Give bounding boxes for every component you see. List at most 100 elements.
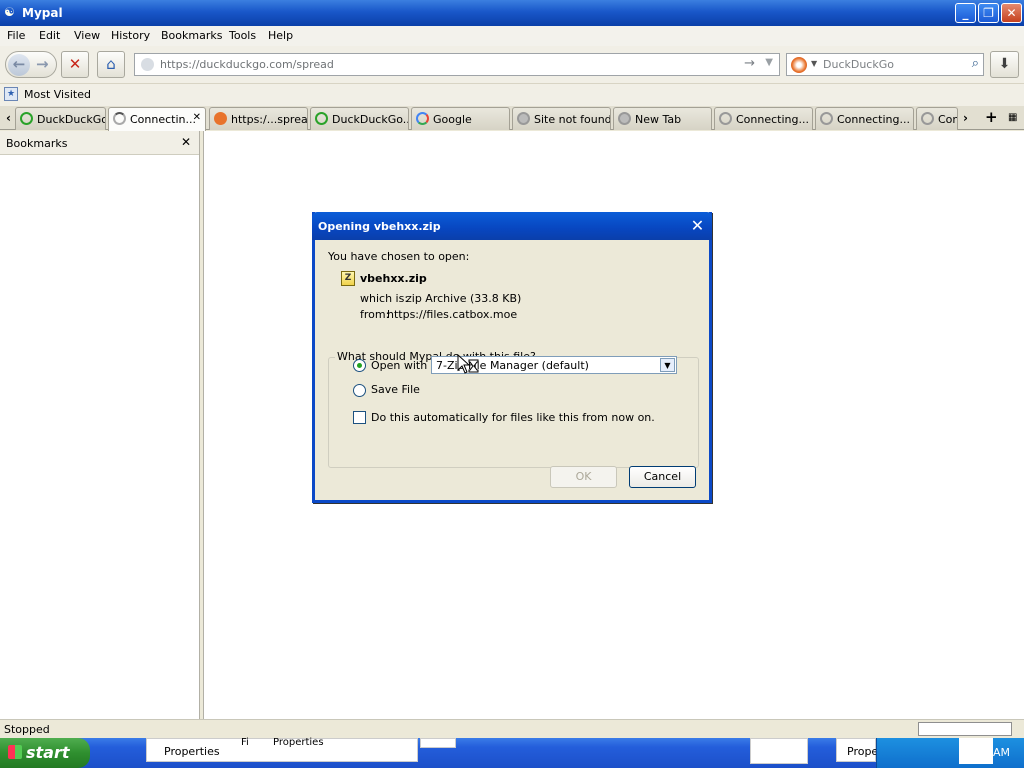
- tab-label: Connectin...: [130, 113, 196, 126]
- menu-edit[interactable]: Edit: [39, 29, 60, 42]
- search-magnifier-icon[interactable]: ⌕: [972, 56, 979, 71]
- list-all-tabs-icon[interactable]: ▦: [1008, 112, 1017, 123]
- sidebar-title: Bookmarks: [6, 137, 68, 150]
- tray-blank-area: [959, 738, 993, 764]
- most-visited-folder[interactable]: Most Visited: [24, 88, 91, 101]
- save-file-label[interactable]: Save File: [371, 383, 420, 396]
- bookmarks-toolbar: ★ Most Visited: [0, 84, 1024, 106]
- tab-label: Con: [938, 113, 958, 126]
- url-text: https://duckduckgo.com/spread: [160, 58, 334, 71]
- open-with-label[interactable]: Open with: [371, 359, 427, 372]
- tab-label: https:/...spread: [231, 113, 308, 126]
- tab-duckduckgo-1[interactable]: DuckDuckGo...: [15, 107, 106, 130]
- tab-connecting-2[interactable]: Connecting...: [714, 107, 813, 130]
- start-button[interactable]: start: [0, 738, 90, 768]
- menu-bookmarks[interactable]: Bookmarks: [161, 29, 222, 42]
- duckduckgo-icon: [214, 112, 227, 125]
- home-button[interactable]: ⌂: [97, 51, 125, 78]
- auto-action-checkbox[interactable]: [353, 411, 366, 424]
- opening-file-dialog: Opening vbehxx.zip ✕ You have chosen to …: [312, 212, 712, 503]
- tab-google[interactable]: Google: [411, 107, 510, 130]
- ok-button[interactable]: OK: [550, 466, 617, 488]
- taskbar-item-label: Properties: [164, 745, 220, 758]
- globe-icon: [517, 112, 530, 125]
- taskbar-item-label: Fi: [241, 737, 249, 748]
- window-title-bar: ☯ Mypal _ ❐ ✕: [0, 0, 1024, 26]
- tab-label: Site not found...: [534, 113, 611, 126]
- tray-clock[interactable]: AM: [993, 746, 1010, 759]
- downloads-button[interactable]: ⬇: [990, 51, 1019, 78]
- minimize-button[interactable]: _: [955, 3, 976, 23]
- window-title: Mypal: [22, 6, 63, 20]
- loading-icon: [921, 112, 934, 125]
- dialog-close-icon[interactable]: ✕: [687, 216, 708, 236]
- tab-duckduckgo-2[interactable]: DuckDuckGo...: [310, 107, 409, 130]
- scroll-tabs-left-icon[interactable]: ‹: [6, 111, 11, 125]
- taskbar: start Properties Fi Properties Prope AM: [0, 737, 1024, 768]
- dialog-body: You have chosen to open: Z vbehxx.zip wh…: [315, 240, 709, 500]
- back-arrow-icon[interactable]: ←: [8, 54, 30, 76]
- loading-icon: [719, 112, 732, 125]
- globe-icon: [618, 112, 631, 125]
- tab-connecting-3[interactable]: Connecting...: [815, 107, 914, 130]
- stop-button[interactable]: ✕: [61, 51, 89, 78]
- scroll-tabs-right-icon[interactable]: ›: [963, 111, 968, 125]
- tab-label: DuckDuckGo...: [332, 113, 409, 126]
- progress-meter: [918, 722, 1012, 736]
- open-with-radio[interactable]: [353, 359, 366, 372]
- duckduckgo-icon: [20, 112, 33, 125]
- tab-site-not-found[interactable]: Site not found...: [512, 107, 611, 130]
- bookmarks-sidebar: Bookmarks ✕: [0, 131, 200, 719]
- url-dropdown-icon[interactable]: ▼: [765, 57, 773, 68]
- dialog-title: Opening vbehxx.zip: [318, 220, 441, 233]
- most-visited-icon: ★: [4, 87, 18, 101]
- tab-label: Connecting...: [736, 113, 809, 126]
- loading-icon: [315, 112, 328, 125]
- taskbar-item-blank-2[interactable]: [750, 738, 808, 764]
- mouse-cursor-icon: [457, 354, 479, 374]
- tab-spread[interactable]: https:/...spread: [209, 107, 308, 130]
- search-bar[interactable]: ▼ DuckDuckGo ⌕: [786, 53, 984, 76]
- search-placeholder: DuckDuckGo: [823, 58, 894, 71]
- save-file-radio[interactable]: [353, 384, 366, 397]
- start-label: start: [26, 743, 70, 762]
- file-type-value: zip Archive (33.8 KB): [406, 292, 522, 305]
- cancel-button[interactable]: Cancel: [629, 466, 696, 488]
- close-window-button[interactable]: ✕: [1001, 3, 1022, 23]
- duckduckgo-engine-icon[interactable]: [791, 57, 807, 73]
- taskbar-item-blank[interactable]: [420, 738, 456, 748]
- menu-view[interactable]: View: [74, 29, 100, 42]
- forward-arrow-icon[interactable]: →: [36, 52, 49, 77]
- taskbar-item-prope[interactable]: Prope: [836, 738, 878, 762]
- sidebar-header: Bookmarks ✕: [0, 131, 199, 155]
- url-bar[interactable]: https://duckduckgo.com/spread → ▼: [134, 53, 780, 76]
- loading-icon: [820, 112, 833, 125]
- tab-connecting-4[interactable]: Con: [916, 107, 958, 130]
- menu-tools[interactable]: Tools: [229, 29, 256, 42]
- go-arrow-icon[interactable]: →: [744, 56, 755, 71]
- dialog-title-bar: Opening vbehxx.zip ✕: [312, 212, 712, 240]
- auto-action-label[interactable]: Do this automatically for files like thi…: [371, 411, 655, 424]
- tab-label: DuckDuckGo...: [37, 113, 105, 126]
- taskbar-item-label: Properties: [273, 737, 324, 748]
- tab-label: Google: [433, 113, 472, 126]
- file-name: vbehxx.zip: [360, 272, 427, 285]
- close-sidebar-icon[interactable]: ✕: [181, 135, 191, 149]
- menu-file[interactable]: File: [7, 29, 25, 42]
- menu-history[interactable]: History: [111, 29, 150, 42]
- tab-label: New Tab: [635, 113, 682, 126]
- site-identity-icon[interactable]: [141, 58, 154, 71]
- chevron-down-icon[interactable]: ▼: [660, 358, 675, 372]
- windows-flag-icon: [8, 745, 22, 759]
- close-tab-icon[interactable]: ✕: [193, 112, 201, 123]
- taskbar-item-properties[interactable]: Properties Fi Properties: [146, 737, 418, 762]
- menu-help[interactable]: Help: [268, 29, 293, 42]
- from-label: from:: [360, 308, 390, 321]
- tab-connecting-selected[interactable]: Connectin... ✕: [108, 107, 206, 131]
- source-value: https://files.catbox.moe: [387, 308, 518, 321]
- restore-button[interactable]: ❐: [978, 3, 999, 23]
- engine-dropdown-icon[interactable]: ▼: [811, 59, 817, 68]
- new-tab-plus-icon[interactable]: +: [985, 108, 998, 126]
- tab-bar: ‹ DuckDuckGo... Connectin... ✕ https:/..…: [0, 106, 1024, 131]
- tab-new-tab[interactable]: New Tab: [613, 107, 712, 130]
